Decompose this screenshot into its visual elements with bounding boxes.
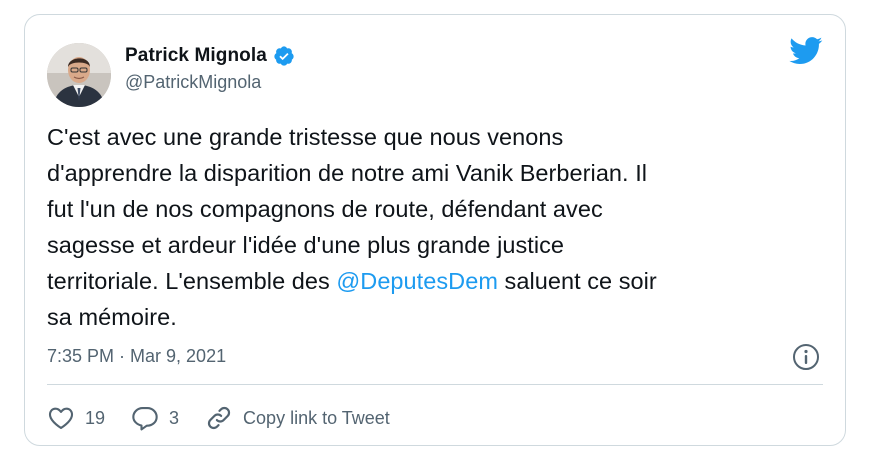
heart-icon [48,407,74,429]
tweet-text: C'est avec une grande tristesse que nous… [47,119,827,335]
reply-button[interactable]: 3 [131,404,179,432]
link-icon [207,406,231,430]
author-display-name[interactable]: Patrick Mignola [125,45,267,67]
avatar-photo [47,43,111,107]
info-icon[interactable] [791,342,821,372]
verified-badge-icon [273,45,295,67]
author-handle[interactable]: @PatrickMignola [125,72,261,93]
tweet-card[interactable]: Patrick Mignola @PatrickMignola C'est av… [24,14,846,446]
tweet-actions: 19 3 Copy link to Tweet [47,401,416,435]
speech-bubble-icon [132,407,158,431]
avatar[interactable] [47,43,111,107]
like-button[interactable]: 19 [47,404,105,432]
divider [47,384,823,385]
like-count: 19 [85,407,106,428]
twitter-bird-icon[interactable] [789,37,823,65]
tweet-timestamp[interactable]: 7:35 PM · Mar 9, 2021 [47,346,226,367]
copy-link-button[interactable]: Copy link to Tweet [205,404,390,432]
mention-link[interactable]: @DeputesDem [336,268,498,294]
reply-count: 3 [169,407,180,428]
copy-link-label: Copy link to Tweet [243,407,390,428]
author-name-row[interactable]: Patrick Mignola [125,45,295,67]
